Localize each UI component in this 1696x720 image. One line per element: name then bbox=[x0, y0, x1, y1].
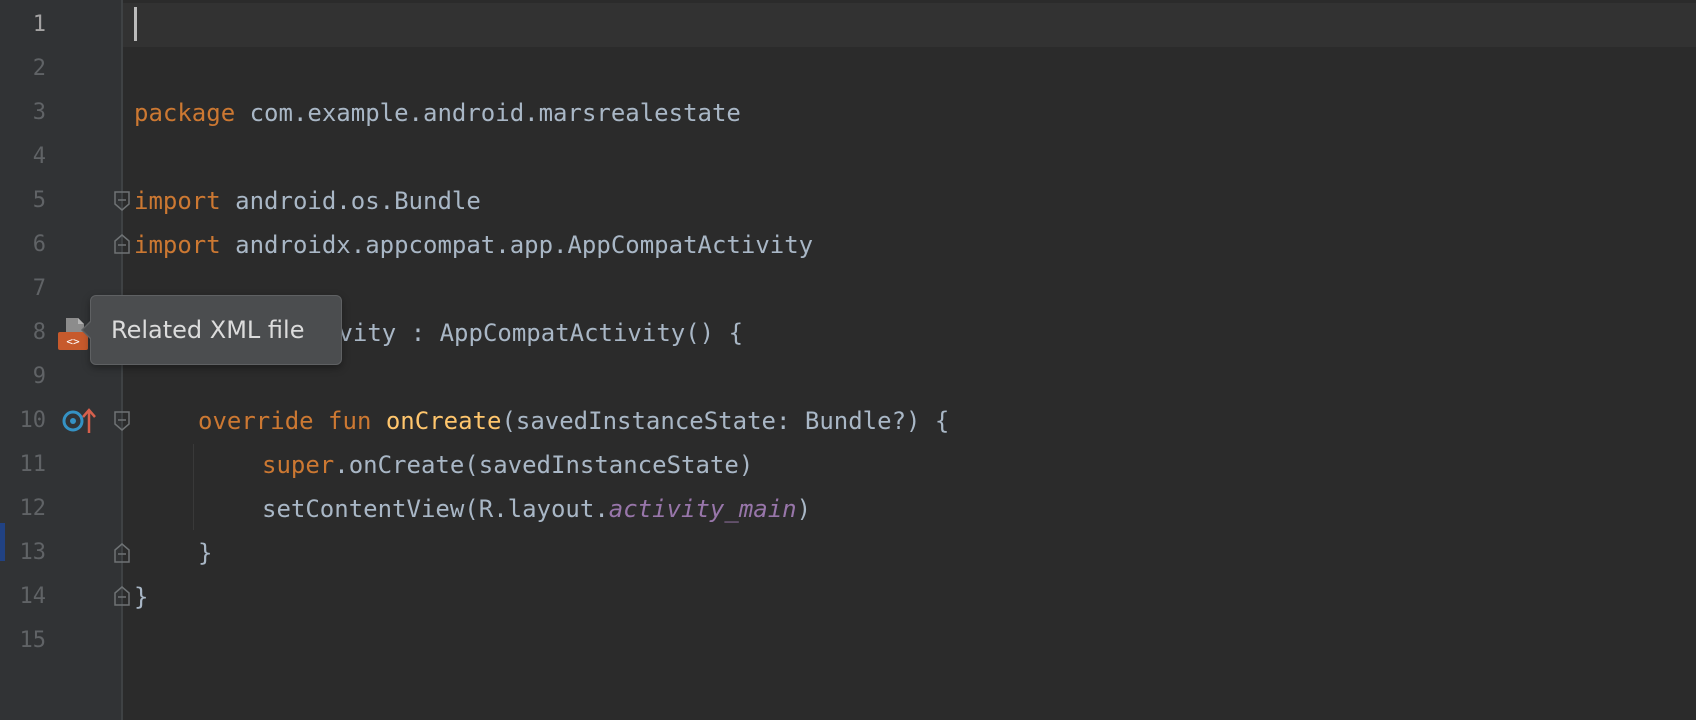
overrides-method-icon[interactable] bbox=[62, 408, 96, 434]
line-number: 9 bbox=[32, 364, 46, 389]
code-line-set-content-view[interactable]: setContentView(R.layout.activity_main) bbox=[262, 487, 811, 531]
line-number: 12 bbox=[19, 496, 47, 521]
keyword: fun bbox=[313, 407, 386, 435]
closing-brace: } bbox=[198, 539, 213, 567]
line-number: 6 bbox=[32, 232, 46, 257]
line-number: 3 bbox=[32, 100, 46, 125]
tooltip-arrow bbox=[81, 320, 92, 340]
code-line-super-call[interactable]: super.onCreate(savedInstanceState) bbox=[262, 443, 753, 487]
import-path: android.os.Bundle bbox=[220, 187, 481, 215]
fold-marker-icon[interactable] bbox=[113, 233, 131, 255]
fold-marker-icon[interactable] bbox=[113, 410, 131, 432]
line-number: 14 bbox=[19, 584, 47, 609]
method-call: .onCreate(savedInstanceState) bbox=[334, 451, 754, 479]
line-number: 10 bbox=[19, 408, 47, 433]
text-caret bbox=[134, 7, 137, 41]
indent-guide bbox=[193, 444, 194, 530]
code-editor[interactable]: 1 2 3 4 5 6 7 8 9 10 11 12 13 14 15 <> p… bbox=[0, 0, 1696, 720]
layout-reference: activity_main bbox=[608, 495, 797, 523]
line-number: 7 bbox=[32, 276, 46, 301]
code-line-closing-brace[interactable]: } bbox=[134, 575, 148, 619]
fold-marker-icon[interactable] bbox=[113, 585, 131, 607]
code-line-import[interactable]: import androidx.appcompat.app.AppCompatA… bbox=[134, 223, 813, 267]
svg-text:<>: <> bbox=[66, 335, 80, 348]
keyword: override bbox=[198, 407, 314, 435]
related-xml-tooltip: Related XML file bbox=[81, 295, 342, 365]
code-line-class-declaration[interactable]: ivity : AppCompatActivity() { bbox=[324, 311, 743, 355]
closing-brace: } bbox=[134, 583, 149, 611]
keyword: super bbox=[262, 451, 335, 479]
keyword: package bbox=[134, 99, 236, 127]
parameters: (savedInstanceState: Bundle?) { bbox=[501, 407, 950, 435]
method-call: setContentView(R.layout. bbox=[262, 495, 609, 523]
code-line-import[interactable]: import android.os.Bundle bbox=[134, 179, 481, 223]
line-number: 8 bbox=[32, 320, 46, 345]
code-line-package[interactable]: package com.example.android.marsrealesta… bbox=[134, 91, 741, 135]
line-number: 13 bbox=[19, 540, 47, 565]
line-number: 15 bbox=[19, 628, 47, 653]
code-line-closing-brace[interactable]: } bbox=[198, 531, 212, 575]
fold-marker-icon[interactable] bbox=[113, 190, 131, 212]
class-declaration-text: ivity : AppCompatActivity() { bbox=[324, 319, 744, 347]
line-number: 4 bbox=[32, 144, 46, 169]
closing-paren: ) bbox=[796, 495, 812, 523]
keyword: import bbox=[134, 187, 221, 215]
line-number: 2 bbox=[32, 56, 46, 81]
package-name: com.example.android.marsrealestate bbox=[235, 99, 741, 127]
line-number: 11 bbox=[19, 452, 47, 477]
import-path: androidx.appcompat.app.AppCompatActivity bbox=[220, 231, 814, 259]
line-number: 1 bbox=[32, 12, 46, 37]
keyword: import bbox=[134, 231, 221, 259]
line-number: 5 bbox=[32, 188, 46, 213]
code-line-oncreate-declaration[interactable]: override fun onCreate(savedInstanceState… bbox=[198, 399, 949, 443]
tooltip-text: Related XML file bbox=[111, 316, 305, 344]
function-name: onCreate bbox=[385, 407, 502, 435]
current-line-highlight bbox=[123, 3, 1696, 47]
fold-marker-icon[interactable] bbox=[113, 542, 131, 564]
